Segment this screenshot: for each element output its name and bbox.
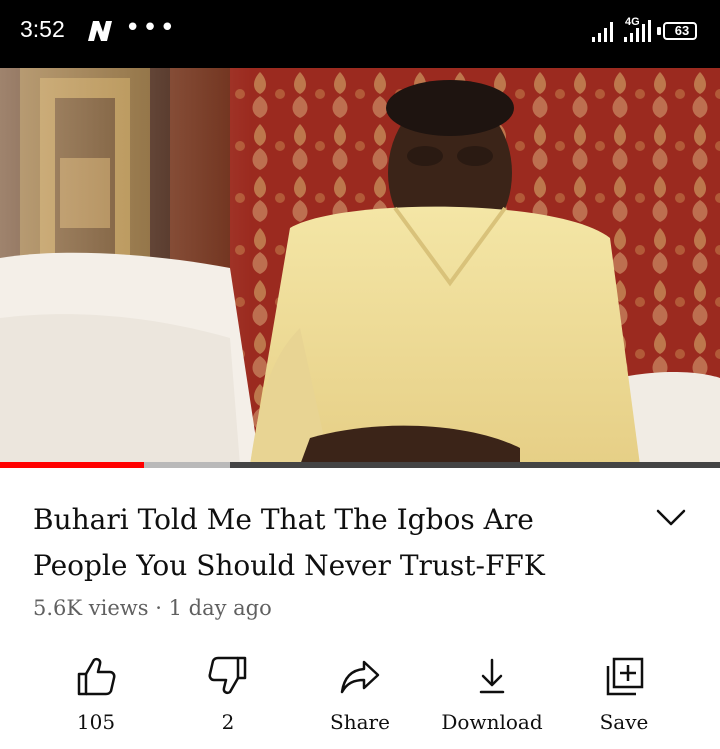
- battery-level: 63: [674, 23, 690, 38]
- n-app-icon: [88, 21, 112, 41]
- progress-played: [0, 462, 144, 468]
- signal-strength-secondary-icon: [624, 20, 651, 42]
- download-button[interactable]: Download: [426, 650, 558, 745]
- meta-separator: ·: [155, 596, 162, 620]
- video-progress-bar[interactable]: [0, 462, 720, 468]
- signal-strength-icon: [592, 22, 613, 42]
- save-button[interactable]: Save: [558, 650, 690, 745]
- dislike-button[interactable]: 2: [162, 650, 294, 745]
- video-frame: [0, 68, 720, 465]
- video-title[interactable]: Buhari Told Me That The Igbos Are People…: [33, 497, 633, 589]
- like-count: 105: [76, 710, 116, 734]
- more-dots-icon: •••: [125, 13, 178, 43]
- view-count: 5.6K views: [33, 596, 149, 620]
- thumbs-up-icon: [77, 657, 116, 696]
- video-metadata: 5.6K views · 1 day ago: [33, 596, 272, 620]
- video-player[interactable]: [0, 68, 720, 465]
- share-button[interactable]: Share: [294, 650, 426, 745]
- download-icon: [479, 658, 505, 694]
- like-button[interactable]: 105: [30, 650, 162, 745]
- video-actions: 105 2 Share Download Save: [0, 650, 720, 749]
- share-label: Share: [330, 710, 390, 734]
- thumbs-down-icon: [208, 656, 247, 695]
- upload-age: 1 day ago: [168, 596, 272, 620]
- clock: 3:52: [20, 16, 65, 42]
- download-label: Download: [441, 710, 543, 734]
- dislike-count: 2: [221, 710, 235, 734]
- save-label: Save: [599, 710, 649, 734]
- save-playlist-icon: [606, 657, 644, 696]
- battery-cap: [657, 27, 661, 35]
- share-icon: [340, 660, 380, 694]
- status-bar: 3:52 ••• 4G 63: [0, 0, 720, 68]
- chevron-down-icon[interactable]: [654, 503, 688, 531]
